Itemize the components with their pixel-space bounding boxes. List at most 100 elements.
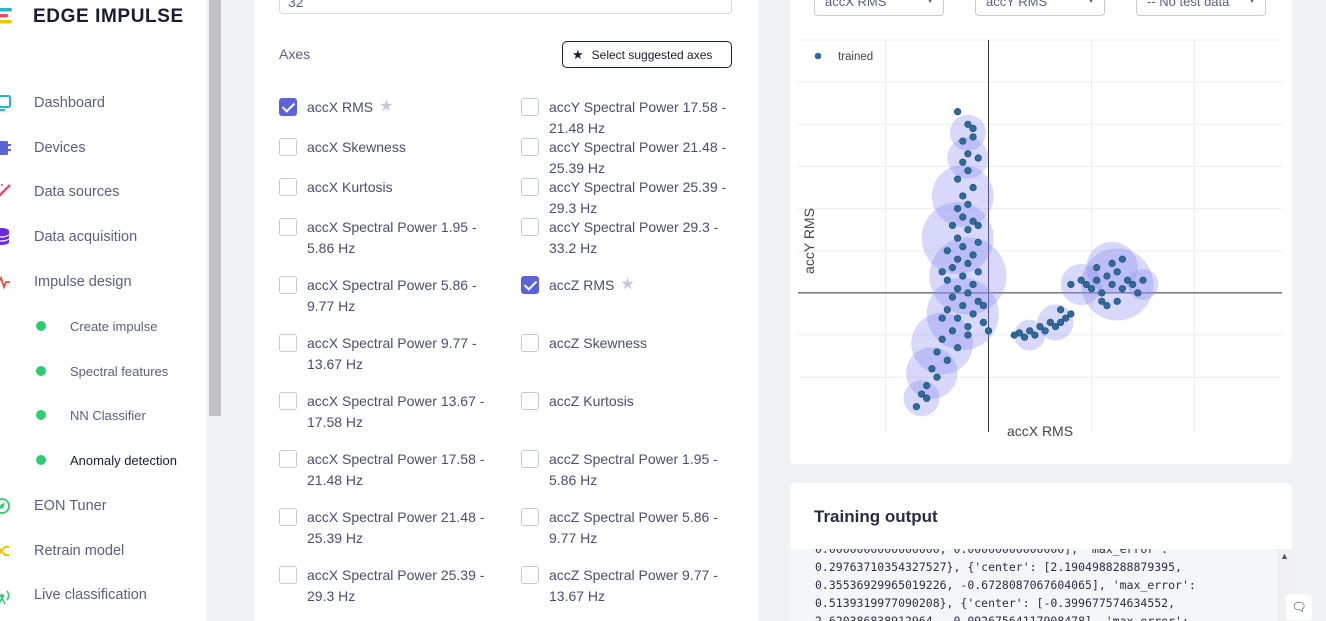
axis-option[interactable]: accX Spectral Power 25.39 - 29.3 Hz — [279, 565, 487, 607]
axis-option[interactable]: accZ Spectral Power 9.77 - 13.67 Hz — [521, 565, 729, 607]
axis-checkbox[interactable] — [279, 218, 297, 236]
training-output-log[interactable]: 0.0000000000000000, 0.00000000000000], '… — [790, 549, 1277, 621]
impulse-step-spectral-features[interactable]: Spectral features — [36, 360, 168, 382]
axis-checkbox[interactable] — [279, 392, 297, 410]
data-point — [979, 301, 987, 310]
axis-option[interactable]: accZ Spectral Power 5.86 - 9.77 Hz — [521, 507, 729, 549]
axis-checkbox[interactable] — [521, 138, 539, 156]
axis-checkbox[interactable] — [521, 98, 539, 116]
cluster-region — [903, 380, 940, 417]
axis-checkbox[interactable] — [521, 392, 539, 410]
axis-checkbox[interactable] — [521, 508, 539, 526]
axis-option-label: accY Spectral Power 25.39 - 29.3 Hz — [549, 179, 727, 216]
data-point — [969, 183, 977, 192]
chat-button[interactable]: 🗨 — [1286, 594, 1312, 620]
data-point — [954, 234, 962, 242]
nav-data-sources[interactable]: Data sources — [0, 180, 119, 204]
data-point — [984, 327, 993, 335]
legend-label: trained — [838, 51, 873, 63]
brand-logo[interactable]: EDGE IMPULSE — [0, 4, 184, 30]
axis-option[interactable]: accX RMS ★ — [279, 97, 393, 118]
axis-option[interactable]: accX Spectral Power 1.95 - 5.86 Hz — [279, 217, 487, 259]
axis-option[interactable]: accX Spectral Power 13.67 - 17.58 Hz — [279, 391, 487, 433]
axis-option[interactable]: accY Spectral Power 21.48 - 25.39 Hz — [521, 137, 729, 179]
nav-dashboard[interactable]: Dashboard — [0, 91, 105, 115]
y-axis-label: accY RMS — [801, 208, 817, 274]
axis-checkbox[interactable] — [521, 450, 539, 468]
data-point — [964, 331, 972, 339]
axis-checkbox[interactable] — [279, 98, 297, 116]
nav-data-acquisition[interactable]: Data acquisition — [0, 225, 137, 249]
nav-retrain-model[interactable]: Retrain model — [0, 539, 124, 563]
cluster-count-input[interactable]: 32 — [279, 0, 732, 14]
sidebar: EDGE IMPULSE Dashboard Devices Data sour… — [0, 0, 207, 621]
impulse-step-create-impulse[interactable]: Create impulse — [36, 315, 157, 337]
axis-option[interactable]: accX Spectral Power 17.58 - 21.48 Hz — [279, 449, 487, 491]
axis-option-label: accZ Spectral Power 5.86 - 9.77 Hz — [549, 509, 718, 546]
star-icon: ★ — [572, 46, 584, 62]
nav-impulse-design[interactable]: Impulse design — [0, 270, 132, 294]
impulse-step-anomaly-detection[interactable]: Anomaly detection — [36, 449, 177, 471]
axis-option[interactable]: accZ Skewness — [521, 333, 729, 354]
axis-option-label: accX Spectral Power 21.48 - 25.39 Hz — [307, 509, 485, 546]
status-dot — [36, 366, 46, 376]
data-point — [969, 124, 977, 133]
axis-option[interactable]: accX Spectral Power 5.86 - 9.77 Hz — [279, 275, 487, 317]
axis-option[interactable]: accZ Kurtosis — [521, 391, 729, 412]
data-point — [954, 314, 962, 322]
axis-checkbox[interactable] — [521, 218, 539, 236]
axis-checkbox[interactable] — [279, 508, 297, 526]
nav-live-classification[interactable]: Live classification — [0, 583, 147, 607]
axis-checkbox[interactable] — [279, 566, 297, 584]
data-point — [1026, 327, 1034, 335]
test-data-select[interactable]: -- No test data ▼ — [1136, 0, 1266, 16]
axis-option[interactable]: accY Spectral Power 29.3 - 33.2 Hz — [521, 217, 729, 259]
axis-checkbox[interactable] — [279, 178, 297, 196]
axis-option[interactable]: accZ Spectral Power 1.95 - 5.86 Hz — [521, 449, 729, 491]
x-axis-select[interactable]: accX RMS ▼ — [814, 0, 944, 16]
data-point — [1015, 329, 1024, 337]
axis-option-label: accX Spectral Power 5.86 - 9.77 Hz — [307, 277, 477, 314]
data-point — [938, 268, 946, 276]
axis-checkbox[interactable] — [279, 334, 297, 352]
axis-option[interactable]: accY Spectral Power 17.58 - 21.48 Hz — [521, 97, 729, 139]
nav-label: Data acquisition — [34, 229, 138, 245]
axis-option[interactable]: accZ RMS ★ — [521, 275, 635, 296]
axis-option-label: accX RMS — [307, 99, 374, 115]
sidebar-scrollbar-thumb[interactable] — [209, 0, 221, 416]
step-label: NN Classifier — [70, 407, 146, 423]
data-point — [969, 280, 977, 289]
axis-checkbox[interactable] — [279, 276, 297, 294]
axis-checkbox[interactable] — [279, 450, 297, 468]
axis-option[interactable]: accY Spectral Power 25.39 - 29.3 Hz — [521, 177, 729, 219]
data-point — [1113, 297, 1121, 305]
impulse-step-nn-classifier[interactable]: NN Classifier — [36, 404, 146, 426]
anomaly-scatter-plot[interactable]: trained accX RMS accY RMS — [790, 30, 1292, 450]
data-point — [948, 293, 957, 301]
axis-checkbox[interactable] — [521, 334, 539, 352]
data-point — [1098, 289, 1106, 297]
axis-checkbox[interactable] — [279, 138, 297, 156]
axis-option[interactable]: accX Skewness — [279, 137, 487, 158]
axis-option-label: accZ Spectral Power 9.77 - 13.67 Hz — [549, 567, 718, 604]
axis-checkbox[interactable] — [521, 276, 539, 294]
axis-checkbox[interactable] — [521, 178, 539, 196]
axis-checkbox[interactable] — [521, 566, 539, 584]
nav-label: Dashboard — [34, 95, 105, 111]
axis-option[interactable]: accX Kurtosis — [279, 177, 487, 198]
axis-option[interactable]: accX Spectral Power 21.48 - 25.39 Hz — [279, 507, 487, 549]
step-label: Spectral features — [70, 363, 169, 379]
shuffle-icon — [0, 546, 9, 556]
nav-label: Devices — [34, 140, 86, 156]
axis-option-label: accX Spectral Power 13.67 - 17.58 Hz — [307, 393, 485, 430]
select-suggested-axes-button[interactable]: ★ Select suggested axes — [562, 41, 732, 68]
nav-devices[interactable]: Devices — [0, 136, 86, 160]
anomaly-settings-card: 32 Axes ★ Select suggested axes accX RMS… — [255, 0, 758, 621]
y-axis-select[interactable]: accY RMS ▼ — [975, 0, 1105, 16]
data-point — [912, 403, 921, 411]
data-point — [943, 247, 951, 255]
suggested-star-icon: ★ — [379, 98, 394, 115]
axis-option[interactable]: accX Spectral Power 9.77 - 13.67 Hz — [279, 333, 487, 375]
axes-title: Axes — [279, 46, 311, 62]
nav-eon-tuner[interactable]: EON Tuner — [0, 494, 107, 518]
